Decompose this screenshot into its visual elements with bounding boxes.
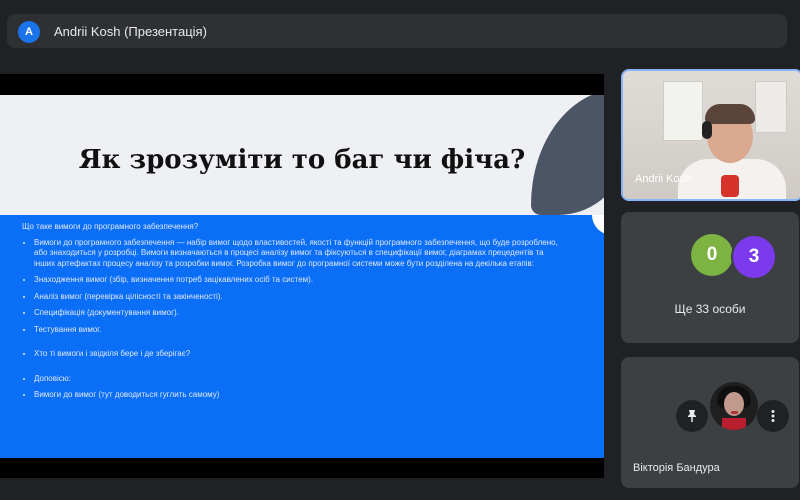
avatar-clothing <box>722 418 746 430</box>
more-vert-icon <box>765 408 781 424</box>
slide-bullets: Вимоги до програмного забезпечення — наб… <box>22 238 562 336</box>
slide-question: Що таке вимоги до програмного забезпечен… <box>22 222 199 231</box>
slide-bullet: Аналіз вимог (перевірка цілісності та за… <box>34 292 562 303</box>
slide-bullet: Вимоги до вимог (тут доводиться гуглить … <box>34 390 562 401</box>
slide-bullet: Хто ті вимоги і звідкіля бере і де збері… <box>34 349 562 360</box>
top-bar: A Andrii Kosh (Презентація) <box>0 0 800 52</box>
room-window <box>663 81 703 141</box>
slide-title: Як зрозуміти то баг чи фіча? <box>78 145 526 175</box>
avatar-mouth <box>731 411 738 414</box>
presenter-name: Andrii Kosh <box>635 173 692 185</box>
slide-bullets-tertiary: Доповісю: Вимоги до вимог (тут доводитьс… <box>22 374 562 401</box>
slide-bullet: Тестування вимог. <box>34 325 562 336</box>
others-count-label: Ще 33 особи <box>674 302 746 316</box>
presenter-avatar: A <box>18 21 40 43</box>
slide-bullet: Специфікація (документування вимог). <box>34 308 562 319</box>
presentation-title: Andrii Kosh (Презентація) <box>54 24 207 39</box>
participant-name: Вікторія Бандура <box>633 462 720 474</box>
slide-body-text: Що таке вимоги до програмного забезпечен… <box>22 222 562 407</box>
presentation-slide: Як зрозуміти то баг чи фіча? Що таке вим… <box>0 95 604 458</box>
presenter-shirt <box>721 175 739 197</box>
participants-summary-tile[interactable] <box>621 212 799 343</box>
participant-bubble-purple: 3 <box>731 234 777 280</box>
participant-avatar <box>710 382 758 430</box>
slide-bullet: Знаходження вимог (збір, визначення потр… <box>34 275 562 286</box>
participant-bubble-green: 0 <box>691 234 733 276</box>
more-options-button[interactable] <box>757 400 789 432</box>
slide-bullets-secondary: Хто ті вимоги і звідкіля бере і де збері… <box>22 349 562 360</box>
slide-bullet: Доповісю: <box>34 374 562 385</box>
presenter-video-tile[interactable]: Andrii Kosh <box>621 69 800 201</box>
headset-icon <box>702 121 712 139</box>
presenter-hair <box>705 104 755 124</box>
slide-bullet: Вимоги до програмного забезпечення — наб… <box>34 238 562 270</box>
pin-button[interactable] <box>676 400 708 432</box>
pin-icon <box>684 408 700 424</box>
room-window <box>755 81 787 133</box>
